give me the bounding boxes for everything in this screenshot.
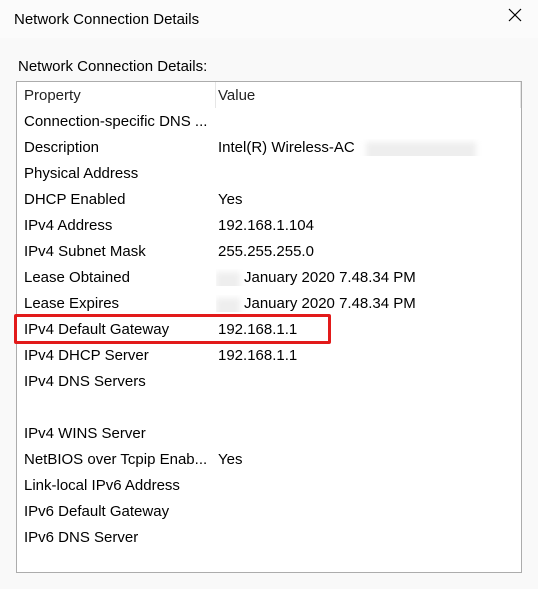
- table-row[interactable]: IPv4 Default Gateway192.168.1.1: [17, 316, 521, 342]
- table-row[interactable]: Connection-specific DNS ...: [17, 108, 521, 134]
- table-row[interactable]: IPv6 DNS Server: [17, 524, 521, 550]
- value-cell: 255.255.255.0: [216, 243, 521, 260]
- value-cell: 192.168.1.1: [216, 321, 521, 338]
- table-row[interactable]: IPv4 Subnet Mask255.255.255.0: [17, 238, 521, 264]
- value-cell: Yes: [216, 451, 521, 468]
- value-cell: Intel(R) Wireless-AC: [216, 139, 521, 156]
- close-button[interactable]: [492, 0, 538, 34]
- property-cell: IPv4 Subnet Mask: [17, 243, 216, 260]
- table-row[interactable]: DHCP EnabledYes: [17, 186, 521, 212]
- table-row[interactable]: Lease ExpiresJanuary 2020 7.48.34 PM: [17, 290, 521, 316]
- property-cell: Lease Expires: [17, 295, 216, 312]
- table-row[interactable]: IPv6 Default Gateway: [17, 498, 521, 524]
- network-connection-details-dialog: Network Connection Details Network Conne…: [0, 0, 538, 589]
- dialog-body: Network Connection Details: Property Val…: [0, 38, 538, 589]
- property-cell: Link-local IPv6 Address: [17, 477, 216, 494]
- property-cell: IPv4 DHCP Server: [17, 347, 216, 364]
- redaction: [216, 298, 240, 312]
- titlebar: Network Connection Details: [0, 0, 538, 38]
- table-row[interactable]: IPv4 DHCP Server192.168.1.1: [17, 342, 521, 368]
- property-cell: IPv4 WINS Server: [17, 425, 216, 442]
- details-label: Network Connection Details:: [18, 58, 522, 75]
- window-title: Network Connection Details: [14, 11, 199, 28]
- listview-header: Property Value: [17, 82, 521, 108]
- table-row[interactable]: Link-local IPv6 Address: [17, 472, 521, 498]
- property-cell: Lease Obtained: [17, 269, 216, 286]
- property-cell: IPv4 Default Gateway: [17, 321, 216, 338]
- value-cell: 192.168.1.104: [216, 217, 521, 234]
- table-row[interactable]: [17, 394, 521, 420]
- redaction: [216, 272, 240, 286]
- property-cell: IPv6 DNS Server: [17, 529, 216, 546]
- table-row[interactable]: IPv4 Address192.168.1.104: [17, 212, 521, 238]
- value-cell: 192.168.1.1: [216, 347, 521, 364]
- property-cell: IPv6 Default Gateway: [17, 503, 216, 520]
- property-cell: Connection-specific DNS ...: [17, 113, 216, 130]
- property-cell: Physical Address: [17, 165, 216, 182]
- value-cell: January 2020 7.48.34 PM: [216, 295, 521, 312]
- property-cell: DHCP Enabled: [17, 191, 216, 208]
- property-cell: IPv4 DNS Servers: [17, 373, 216, 390]
- close-icon: [508, 8, 522, 26]
- header-value[interactable]: Value: [216, 82, 521, 108]
- value-cell: January 2020 7.48.34 PM: [216, 269, 521, 286]
- value-cell: Yes: [216, 191, 521, 208]
- header-property[interactable]: Property: [17, 82, 216, 108]
- table-row[interactable]: DescriptionIntel(R) Wireless-AC: [17, 134, 521, 160]
- redaction: [366, 142, 476, 156]
- property-cell: NetBIOS over Tcpip Enab...: [17, 451, 216, 468]
- table-row[interactable]: IPv4 WINS Server: [17, 420, 521, 446]
- table-row[interactable]: Physical Address: [17, 160, 521, 186]
- listview-rows: Connection-specific DNS ... DescriptionIn…: [17, 108, 521, 550]
- details-listview[interactable]: Property Value Connection-specific DNS .…: [16, 81, 522, 573]
- property-cell: IPv4 Address: [17, 217, 216, 234]
- table-row[interactable]: NetBIOS over Tcpip Enab...Yes: [17, 446, 521, 472]
- property-cell: Description: [17, 139, 216, 156]
- table-row[interactable]: Lease ObtainedJanuary 2020 7.48.34 PM: [17, 264, 521, 290]
- table-row[interactable]: IPv4 DNS Servers: [17, 368, 521, 394]
